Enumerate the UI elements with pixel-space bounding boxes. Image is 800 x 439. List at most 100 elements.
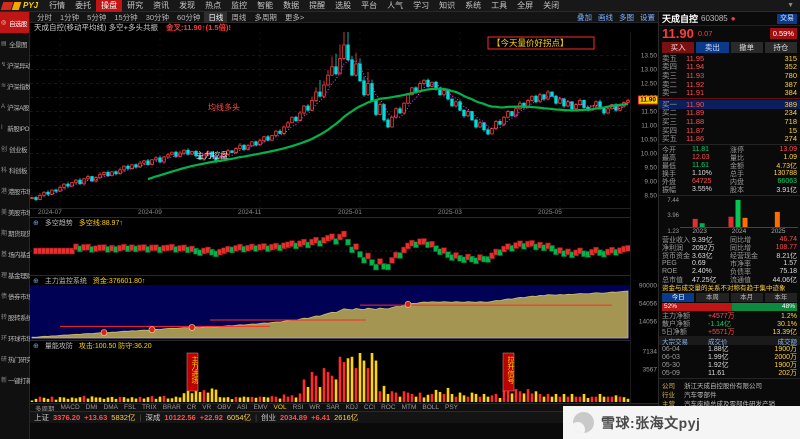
sidebar-item-科创板[interactable]: 科科创板 — [0, 159, 29, 180]
fund-monitor-chart[interactable] — [30, 285, 630, 340]
indicator-tab-多周期[interactable]: 多周期 — [33, 403, 57, 411]
trend-oscillator-chart[interactable] — [30, 227, 630, 275]
flow-tab-本月[interactable]: 本月 — [731, 293, 763, 302]
flow-tab-今日[interactable]: 今日 — [662, 293, 694, 302]
stat-value: 0.69 — [692, 260, 730, 267]
indicator-tab-ASI[interactable]: ASI — [235, 404, 249, 411]
indicator-tab-BOLL[interactable]: BOLL — [420, 404, 441, 411]
sidebar-item-期货现货[interactable]: 期期货现货 — [0, 222, 29, 243]
sidebar-item-全景图[interactable]: ▤全景图 — [0, 33, 29, 54]
sidebar-item-热门研究[interactable]: 研热门研究 — [0, 348, 29, 369]
indicator-tab-FSL[interactable]: FSL — [122, 404, 138, 411]
tool-叠加[interactable]: 叠加 — [574, 12, 595, 23]
price-axis: 13.5013.0012.5012.0011.5011.0010.5010.00… — [630, 32, 658, 403]
sidebar-item-沪深异动[interactable]: ↯沪深异动 — [0, 54, 29, 75]
sidebar-item-沪深指数[interactable]: ≋沪深指数 — [0, 75, 29, 96]
period-tab-更多>[interactable]: 更多> — [281, 12, 308, 23]
period-tab-周线[interactable]: 周线 — [227, 12, 250, 23]
sidebar-item-环球市场[interactable]: 环环球市场 — [0, 327, 29, 348]
indicator-tab-RSI[interactable]: RSI — [291, 404, 306, 411]
indicator-tab-BRAR[interactable]: BRAR — [161, 404, 183, 411]
period-tab-1分钟[interactable]: 1分钟 — [56, 12, 83, 23]
indicator-tab-WR[interactable]: WR — [307, 404, 322, 411]
period-tab-分时[interactable]: 分时 — [33, 12, 56, 23]
menu-item-热点[interactable]: 热点 — [200, 0, 226, 12]
volume-chart[interactable]: 主力进场拉升信号 — [30, 350, 630, 403]
period-tab-5分钟[interactable]: 5分钟 — [83, 12, 110, 23]
tool-多图[interactable]: 多图 — [616, 12, 637, 23]
menu-item-平台[interactable]: 平台 — [356, 0, 382, 12]
indicator-tab-VOL[interactable]: VOL — [272, 404, 289, 411]
order-btn-买入[interactable]: 买入 — [662, 42, 694, 53]
sidebar-item-股转系统[interactable]: 转股转系统 — [0, 306, 29, 327]
price-tick: 9.50 — [644, 164, 657, 171]
sidebar-item-icon: ≋ — [1, 82, 6, 89]
indicator-tab-TRIX[interactable]: TRIX — [140, 404, 159, 411]
period-tab-日线[interactable]: 日线 — [204, 12, 227, 23]
menu-item-操盘[interactable]: 操盘 — [96, 0, 122, 12]
indicator-tab-MACD[interactable]: MACD — [59, 404, 82, 411]
indicator-tab-ROC[interactable]: ROC — [379, 404, 397, 411]
menu-item-监控[interactable]: 监控 — [226, 0, 252, 12]
menu-item-系统[interactable]: 系统 — [460, 0, 486, 12]
sidebar-item-债券市场[interactable]: 债债券市场 — [0, 285, 29, 306]
order-btn-卖出[interactable]: 卖出 — [696, 42, 728, 53]
price-tick: 13.00 — [641, 66, 657, 73]
flow-tab-本年[interactable]: 本年 — [765, 293, 797, 302]
order-btn-撤单[interactable]: 撤单 — [731, 42, 763, 53]
menu-item-关闭[interactable]: 关闭 — [538, 0, 564, 12]
sidebar-item-美股市场[interactable]: 美美股市场 — [0, 201, 29, 222]
menu-item-知识[interactable]: 知识 — [434, 0, 460, 12]
indicator-tab-VR[interactable]: VR — [200, 404, 213, 411]
indicator-tab-CR[interactable]: CR — [185, 404, 198, 411]
menu-item-研究[interactable]: 研究 — [122, 0, 148, 12]
menu-item-智能[interactable]: 智能 — [252, 0, 278, 12]
menu-item-资讯[interactable]: 资讯 — [148, 0, 174, 12]
period-tab-30分钟[interactable]: 30分钟 — [142, 12, 173, 23]
flow-tab-本周[interactable]: 本周 — [696, 293, 728, 302]
sidebar-item-港股市场[interactable]: 港港股市场 — [0, 180, 29, 201]
indicator-tab-OBV[interactable]: OBV — [215, 404, 233, 411]
menu-item-行情[interactable]: 行情 — [44, 0, 70, 12]
indicator-tab-PSY[interactable]: PSY — [443, 404, 460, 411]
sidebar-item-一键打新[interactable]: 新一键打新 — [0, 369, 29, 390]
menu-item-数据[interactable]: 数据 — [278, 0, 304, 12]
menu-item-人气[interactable]: 人气 — [382, 0, 408, 12]
indicator-tab-SAR[interactable]: SAR — [324, 404, 341, 411]
indicator-tab-CCI[interactable]: CCI — [362, 404, 377, 411]
indicator-tab-DMA[interactable]: DMA — [102, 404, 120, 411]
book-row[interactable]: 卖一11.91384 — [659, 88, 800, 97]
menu-item-委托[interactable]: 委托 — [70, 0, 96, 12]
sidebar-item-场内基金[interactable]: 基场内基金 — [0, 243, 29, 264]
bt-price: 11.61 — [708, 370, 752, 377]
order-btn-持仓[interactable]: 持仓 — [765, 42, 797, 53]
indicator-tab-DMI[interactable]: DMI — [84, 404, 100, 411]
indicator-tab-EMV[interactable]: EMV — [251, 404, 269, 411]
menu-item-发现[interactable]: 发现 — [174, 0, 200, 12]
tool-设置[interactable]: 设置 — [637, 12, 658, 23]
menu-item-选股[interactable]: 选股 — [330, 0, 356, 12]
sidebar-item-新股IPO[interactable]: I新股IPO — [0, 117, 29, 138]
sidebar-item-沪深A股[interactable]: A沪深A股 — [0, 96, 29, 117]
book-row[interactable]: 买五11.86274 — [659, 134, 800, 143]
trade-button[interactable]: 交易 — [777, 14, 797, 24]
menu-item-提醒[interactable]: 提醒 — [304, 0, 330, 12]
sidebar-item-label: 热门研究 — [8, 354, 32, 364]
menu-item-工具[interactable]: 工具 — [486, 0, 512, 12]
sidebar-item-创业板[interactable]: 创创业板 — [0, 138, 29, 159]
tool-画线[interactable]: 画线 — [595, 12, 616, 23]
status-separator: | — [139, 413, 141, 422]
period-tab-60分钟[interactable]: 60分钟 — [173, 12, 204, 23]
period-tab-多周期[interactable]: 多周期 — [250, 12, 281, 23]
indicator-tab-KDJ[interactable]: KDJ — [344, 404, 360, 411]
kline-chart[interactable]: 【今天量价好拐点】均线多头主力控盘 — [30, 32, 630, 208]
menu-item-学习[interactable]: 学习 — [408, 0, 434, 12]
block-trade-row[interactable]: 05-0911.61202万 — [659, 369, 800, 377]
book-level: 卖一 — [662, 87, 686, 98]
indicator-tab-MTM[interactable]: MTM — [400, 404, 419, 411]
sidebar-item-自选股[interactable]: ◎自选股 — [0, 12, 29, 33]
period-tab-15分钟[interactable]: 15分钟 — [110, 12, 141, 23]
menu-item-全屏[interactable]: 全屏 — [512, 0, 538, 12]
menu-caret-icon[interactable]: ▼ — [787, 2, 794, 9]
sidebar-item-基金理财[interactable]: 理基金理财 — [0, 264, 29, 285]
